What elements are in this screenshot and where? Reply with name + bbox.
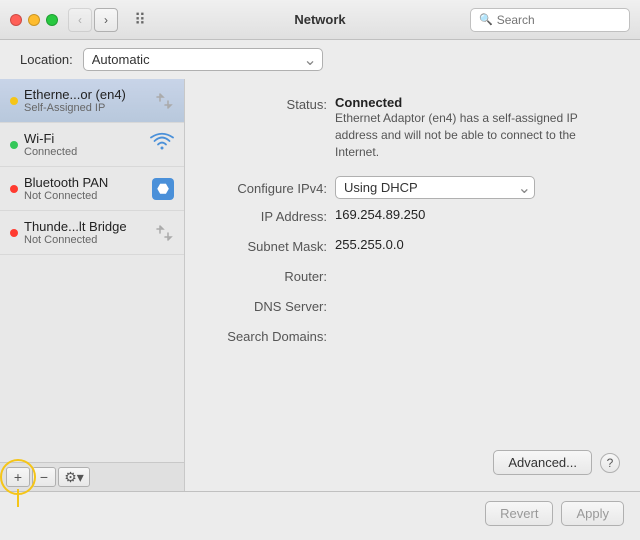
grid-button[interactable]: ⠿ (128, 8, 152, 32)
thunderbolt-arrows-icon (154, 225, 174, 241)
close-button[interactable] (10, 14, 22, 26)
status-dot-red (10, 229, 18, 237)
subnet-value: 255.255.0.0 (335, 237, 404, 252)
apply-button[interactable]: Apply (561, 501, 624, 526)
add-network-button[interactable]: + (6, 467, 30, 487)
status-value-container: Connected Ethernet Adaptor (en4) has a s… (335, 95, 620, 160)
search-domains-label: Search Domains: (205, 327, 335, 344)
location-label: Location: (20, 52, 73, 67)
sidebar-item-sub: Self-Assigned IP (24, 102, 154, 114)
sidebar-item-thunderbolt[interactable]: Thunde...lt Bridge Not Connected (0, 211, 184, 255)
arrows-icon (154, 93, 174, 109)
sidebar-item-wifi[interactable]: Wi-Fi Connected (0, 123, 184, 167)
maximize-button[interactable] (46, 14, 58, 26)
wifi-icon (150, 132, 174, 157)
search-input[interactable] (497, 13, 621, 27)
bluetooth-icon: ⬣ (152, 178, 174, 200)
add-btn-container: + (6, 467, 30, 487)
advanced-button[interactable]: Advanced... (493, 450, 592, 475)
router-row: Router: (205, 267, 620, 289)
subnet-label: Subnet Mask: (205, 237, 335, 254)
back-button[interactable]: ‹ (68, 8, 92, 32)
gear-button[interactable]: ⚙▾ (58, 467, 90, 487)
search-domains-row: Search Domains: (205, 327, 620, 349)
sidebar-bottom: + − ⚙▾ (0, 462, 184, 491)
search-icon: 🔍 (479, 13, 493, 26)
titlebar: ‹ › ⠿ Network 🔍 (0, 0, 640, 40)
main-content: Etherne...or (en4) Self-Assigned IP Wi-F… (0, 79, 640, 491)
status-label: Status: (205, 95, 335, 112)
bottom-bar: Revert Apply (0, 491, 640, 535)
help-button[interactable]: ? (600, 453, 620, 473)
sidebar-item-name: Thunde...lt Bridge (24, 219, 154, 234)
status-description: Ethernet Adaptor (en4) has a self-assign… (335, 111, 578, 159)
sidebar: Etherne...or (en4) Self-Assigned IP Wi-F… (0, 79, 185, 491)
sidebar-item-info: Thunde...lt Bridge Not Connected (24, 219, 154, 246)
sidebar-item-ethernet[interactable]: Etherne...or (en4) Self-Assigned IP (0, 79, 184, 123)
configure-label: Configure IPv4: (205, 179, 335, 196)
location-select[interactable]: Automatic (83, 48, 323, 71)
status-dot-green (10, 141, 18, 149)
detail-panel: Status: Connected Ethernet Adaptor (en4)… (185, 79, 640, 491)
dns-server-row: DNS Server: (205, 297, 620, 319)
advanced-row: Advanced... ? (205, 450, 620, 475)
sidebar-item-info: Etherne...or (en4) Self-Assigned IP (24, 87, 154, 114)
sidebar-item-name: Etherne...or (en4) (24, 87, 154, 102)
location-select-wrap: Automatic ⌄ (83, 48, 323, 71)
sidebar-item-sub: Connected (24, 146, 150, 158)
search-bar[interactable]: 🔍 (470, 8, 630, 32)
status-dot-red (10, 185, 18, 193)
ip-value: 169.254.89.250 (335, 207, 425, 222)
gear-icon: ⚙▾ (64, 469, 84, 486)
sidebar-list: Etherne...or (en4) Self-Assigned IP Wi-F… (0, 79, 184, 462)
sidebar-item-info: Wi-Fi Connected (24, 131, 150, 158)
location-bar: Location: Automatic ⌄ (0, 40, 640, 79)
sidebar-item-info: Bluetooth PAN Not Connected (24, 175, 152, 202)
remove-network-button[interactable]: − (32, 467, 56, 487)
revert-button[interactable]: Revert (485, 501, 553, 526)
dns-label: DNS Server: (205, 297, 335, 314)
minimize-button[interactable] (28, 14, 40, 26)
sidebar-item-sub: Not Connected (24, 190, 152, 202)
traffic-lights (10, 14, 58, 26)
window-title: Network (294, 12, 345, 27)
configure-ipv4-select[interactable]: Using DHCP (335, 176, 535, 199)
sidebar-item-name: Wi-Fi (24, 131, 150, 146)
sidebar-item-name: Bluetooth PAN (24, 175, 152, 190)
sidebar-item-sub: Not Connected (24, 234, 154, 246)
status-row: Status: Connected Ethernet Adaptor (en4)… (205, 95, 620, 160)
ip-label: IP Address: (205, 207, 335, 224)
configure-select-wrap: Using DHCP ⌄ (335, 176, 535, 199)
configure-ipv4-row: Configure IPv4: Using DHCP ⌄ (205, 176, 620, 199)
nav-buttons: ‹ › (68, 8, 118, 32)
router-label: Router: (205, 267, 335, 284)
sidebar-item-bluetooth[interactable]: Bluetooth PAN Not Connected ⬣ (0, 167, 184, 211)
status-dot-yellow (10, 97, 18, 105)
subnet-mask-row: Subnet Mask: 255.255.0.0 (205, 237, 620, 259)
status-value: Connected (335, 95, 402, 110)
forward-button[interactable]: › (94, 8, 118, 32)
ip-address-row: IP Address: 169.254.89.250 (205, 207, 620, 229)
